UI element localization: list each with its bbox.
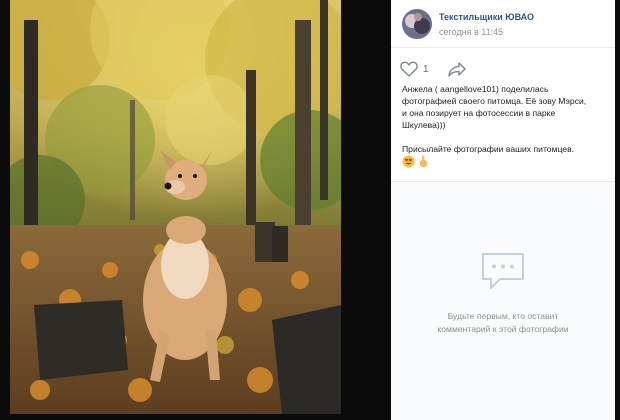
description-line: и она позирует на фотосессии в парке (402, 108, 556, 118)
post-info-panel: Текстильщики ЮВАО сегодня в 11:45 1 Анже… (391, 0, 615, 420)
emoji-row (402, 155, 428, 169)
post-timestamp[interactable]: сегодня в 11:45 (439, 27, 503, 37)
photo-viewer (0, 0, 390, 420)
pointing-hand-emoji-icon (418, 155, 428, 169)
share-button[interactable] (447, 60, 467, 78)
author-name-link[interactable]: Текстильщики ЮВАО (439, 12, 534, 22)
post-actions: 1 (391, 48, 615, 88)
like-button[interactable]: 1 (400, 60, 429, 78)
description-line: Шкулева))) (402, 120, 446, 130)
share-arrow-icon (447, 62, 467, 82)
speech-bubble-icon (480, 251, 526, 291)
post-photo[interactable] (10, 0, 341, 414)
invite-text: Присылайте фотографии ваших питомцев. (402, 144, 575, 154)
heart-eyes-emoji-icon (402, 155, 415, 169)
like-count: 1 (423, 63, 429, 75)
description-line: Анжела ( aangellove101) поделилась (402, 84, 549, 94)
comments-area: Будьте первым, кто оставит комментарий к… (391, 181, 615, 420)
empty-comments-line: Будьте первым, кто оставит (447, 311, 559, 321)
empty-comments-message: Будьте первым, кто оставит комментарий к… (391, 310, 615, 336)
empty-comments-line: комментарий к этой фотографии (437, 324, 569, 334)
description-line: фотографией своего питомца. Её зову Мэрс… (402, 96, 587, 106)
post-description: Анжела ( aangellove101) поделилась фотог… (402, 83, 610, 155)
heart-outline-icon (400, 61, 418, 77)
avatar[interactable] (402, 9, 432, 39)
post-header: Текстильщики ЮВАО сегодня в 11:45 (391, 0, 615, 48)
